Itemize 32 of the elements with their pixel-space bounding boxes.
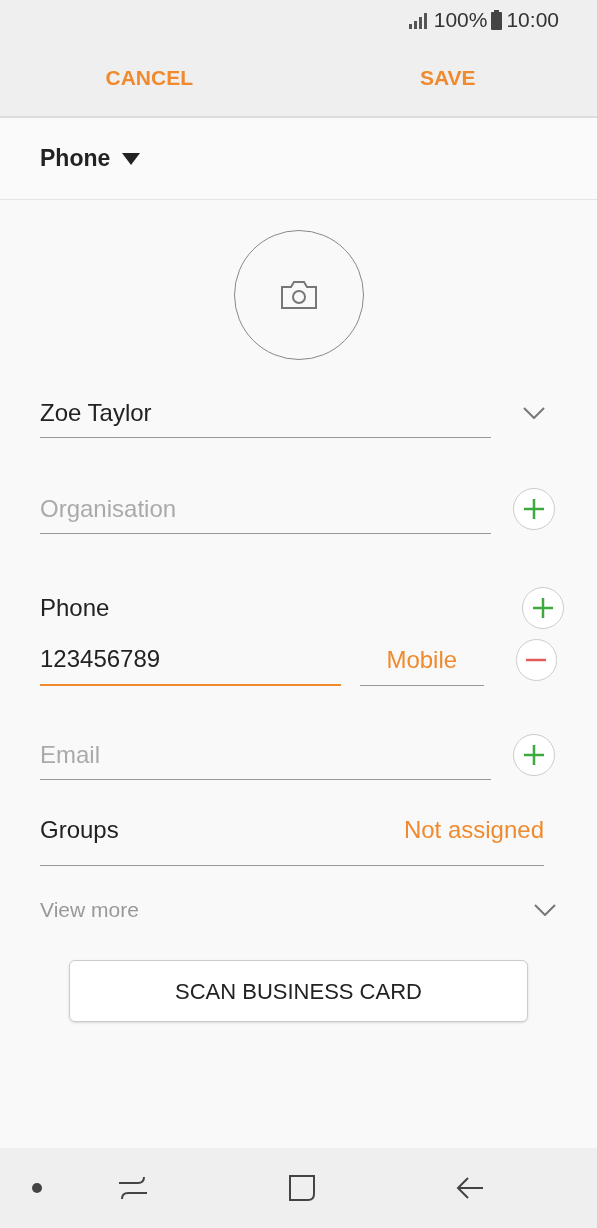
- email-field[interactable]: Email: [40, 730, 491, 780]
- phone-label: Phone: [40, 593, 110, 623]
- groups-value[interactable]: Not assigned: [403, 811, 544, 848]
- recent-apps-icon[interactable]: [118, 1175, 148, 1201]
- groups-label: Groups: [40, 814, 119, 845]
- chevron-down-icon[interactable]: [534, 904, 556, 916]
- plus-icon: [533, 598, 553, 618]
- camera-icon: [279, 280, 318, 310]
- chevron-down-icon[interactable]: [523, 407, 545, 419]
- battery-icon: [491, 10, 503, 30]
- dropdown-icon: [122, 152, 141, 165]
- battery-percent: 100%: [433, 7, 488, 34]
- scan-business-card-button[interactable]: SCAN BUSINESS CARD: [69, 960, 528, 1022]
- plus-icon: [524, 745, 544, 765]
- name-field[interactable]: Zoe Taylor: [40, 388, 491, 438]
- organisation-field[interactable]: Organisation: [40, 484, 491, 534]
- plus-icon: [524, 499, 544, 519]
- remove-button[interactable]: [515, 639, 557, 681]
- add-button[interactable]: [522, 587, 564, 629]
- add-button[interactable]: [513, 488, 555, 530]
- home-icon[interactable]: [288, 1174, 316, 1202]
- cancel-button[interactable]: CANCEL: [97, 62, 201, 94]
- signal-icon: [407, 11, 430, 29]
- clock: 10:00: [506, 7, 559, 34]
- add-button[interactable]: [513, 734, 555, 776]
- save-button[interactable]: SAVE: [411, 62, 484, 94]
- back-icon[interactable]: [456, 1176, 484, 1200]
- phone-number-field[interactable]: 123456789: [40, 634, 341, 686]
- phone-type-dropdown[interactable]: Mobile: [359, 634, 484, 686]
- account-dropdown[interactable]: Phone: [40, 141, 141, 176]
- view-more-link[interactable]: View more: [40, 894, 139, 926]
- minus-icon: [526, 658, 547, 662]
